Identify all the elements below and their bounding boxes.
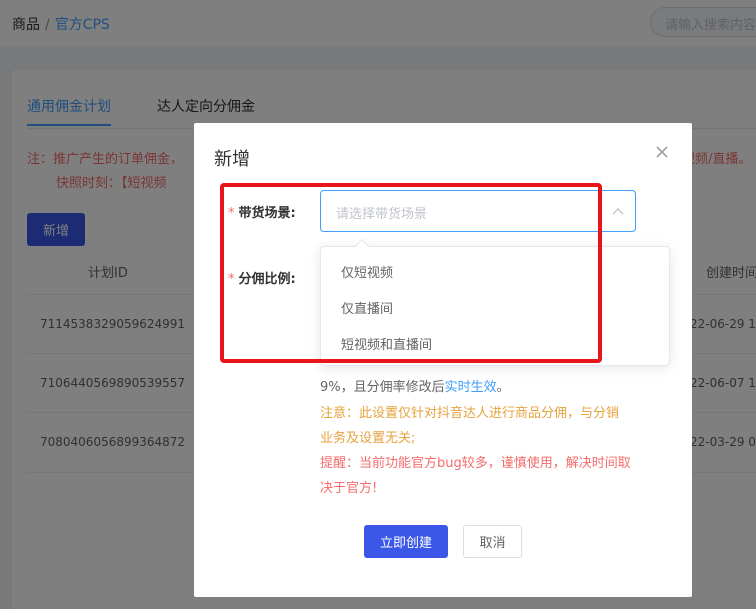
reminder-line-2: 决于官方! [320,481,378,496]
commission-hint: 9%，且分佣率修改后实时生效。 [320,376,510,395]
hint-suffix: 。 [496,380,510,395]
warning-line-1: 注意：此设置仅针对抖音达人进行商品分佣，与分销 [320,406,620,421]
realtime-effect-link[interactable]: 实时生效 [445,380,497,395]
dialog-title: 新增 [214,149,250,170]
hint-prefix: 9%，且分佣率修改后 [320,380,445,395]
reminder-line-1: 提醒：当前功能官方bug较多，谨慎使用，解决时间取 [320,456,631,471]
cancel-button[interactable]: 取消 [463,525,522,558]
annotation-highlight-box [220,183,602,363]
create-now-button[interactable]: 立即创建 [364,525,448,558]
chevron-up-icon[interactable] [611,205,625,219]
warning-line-2: 业务及设置无关; [320,431,416,446]
close-icon[interactable] [655,145,669,159]
